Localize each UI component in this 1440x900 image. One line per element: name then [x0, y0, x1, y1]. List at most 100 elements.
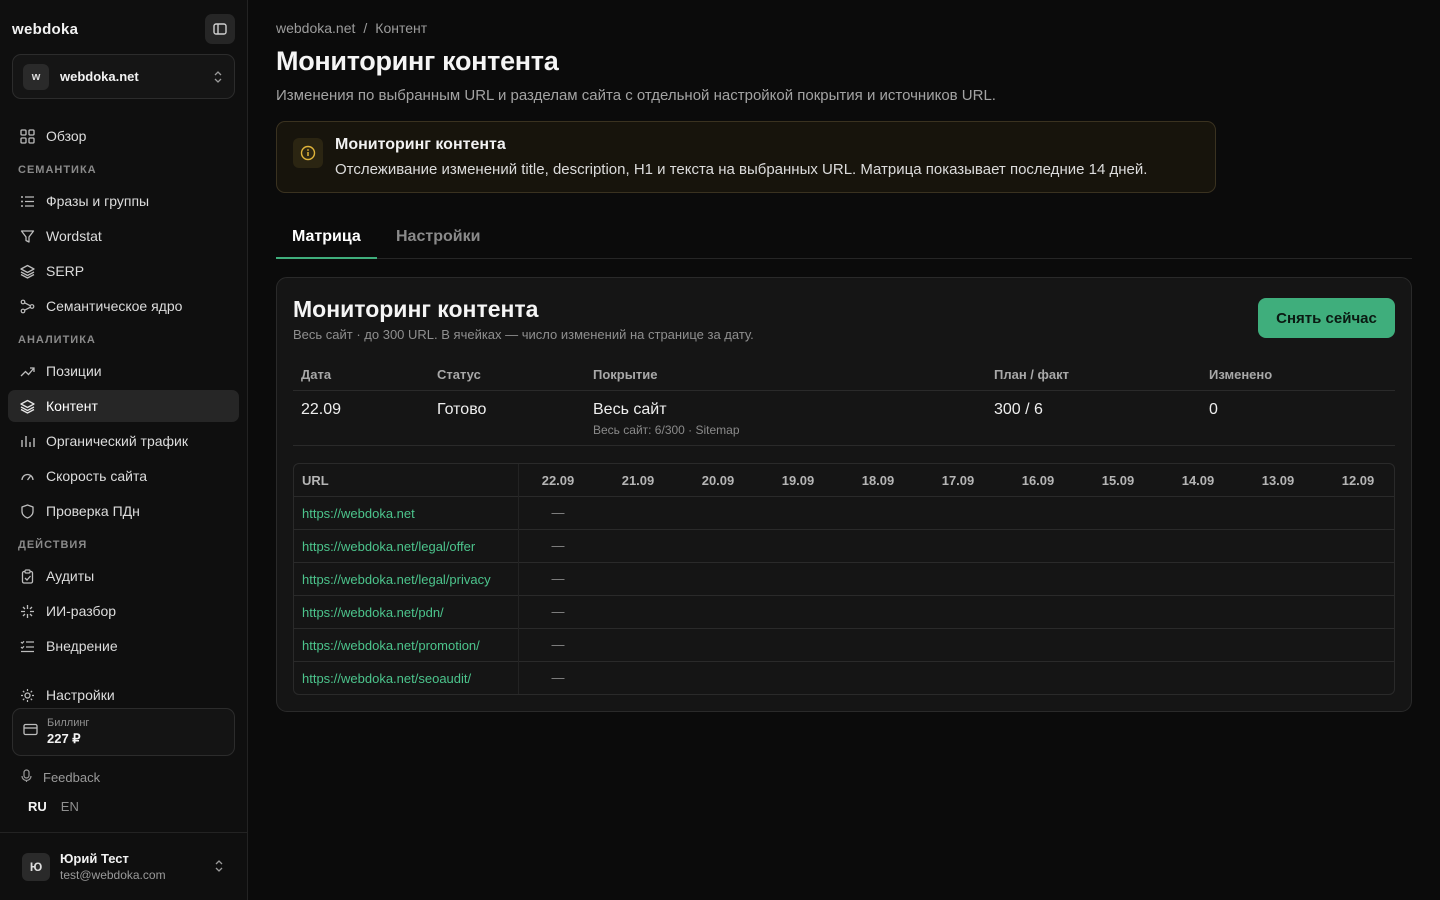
- summary-header: Дата Статус Покрытие План / факт Изменен…: [293, 362, 1395, 391]
- logo: webdoka: [12, 20, 79, 38]
- sidebar-item-core[interactable]: Семантическое ядро: [8, 290, 239, 322]
- sidebar-item-label: Внедрение: [46, 638, 118, 654]
- user-name: Юрий Тест: [60, 851, 129, 866]
- alert-text: Отслеживание изменений title, descriptio…: [335, 161, 1148, 178]
- summary-status: Готово: [437, 401, 487, 418]
- column-header-date: 21.09: [621, 473, 655, 488]
- url-link[interactable]: https://webdoka.net/pdn/: [302, 605, 444, 620]
- url-link[interactable]: https://webdoka.net/legal/offer: [302, 539, 475, 554]
- matrix-header: URL 22.09 21.09 20.09 19.09 18.09 17.09 16.09 1…: [294, 464, 1394, 497]
- sidebar-item-label: Фразы и группы: [46, 193, 150, 209]
- table-row: https://webdoka.net/legal/privacy —: [294, 563, 1394, 596]
- sidebar-item-label: Органический трафик: [46, 433, 188, 449]
- chevron-updown-icon: [214, 70, 222, 83]
- sidebar-item-implementation[interactable]: Внедрение: [8, 630, 239, 662]
- column-header-url: URL: [302, 473, 329, 488]
- column-header-date: 12.09: [1341, 473, 1375, 488]
- credit-card-icon: [23, 723, 38, 741]
- matrix-cell: —: [551, 637, 565, 652]
- tab-matrix[interactable]: Матрица: [276, 222, 377, 259]
- page-subtitle: Изменения по выбранным URL и разделам са…: [276, 87, 996, 104]
- url-link[interactable]: https://webdoka.net/legal/privacy: [302, 572, 491, 587]
- column-header-date: 16.09: [1021, 473, 1055, 488]
- billing-balance: 227 ₽: [47, 731, 81, 746]
- sidebar-item-settings[interactable]: Настройки: [8, 679, 239, 711]
- sidebar-item-label: Контент: [46, 398, 98, 414]
- bar-chart-icon: [19, 433, 35, 449]
- billing-card[interactable]: Биллинг 227 ₽: [12, 708, 235, 756]
- sidebar-item-wordstat[interactable]: Wordstat: [8, 220, 239, 252]
- logo-row: webdoka: [12, 14, 235, 44]
- sidebar-item-label: Wordstat: [46, 228, 102, 244]
- snapshot-now-button[interactable]: Снять сейчас: [1258, 298, 1395, 338]
- chevron-updown-icon: [215, 860, 223, 872]
- sidebar-item-overview[interactable]: Обзор: [8, 120, 239, 152]
- nav-section-actions: ДЕЙСТВИЯ: [18, 539, 88, 551]
- coverage-detail: Весь сайт: 6/300 · Sitemap: [593, 423, 740, 437]
- coverage-value: Весь сайт: [593, 401, 667, 418]
- sidebar-item-serp[interactable]: SERP: [8, 255, 239, 287]
- sidebar-toggle-button[interactable]: [205, 14, 235, 44]
- matrix-cell: —: [551, 505, 565, 520]
- table-row: https://webdoka.net/pdn/ —: [294, 596, 1394, 629]
- sidebar-item-label: Обзор: [46, 128, 87, 144]
- column-header-status: Статус: [437, 367, 481, 382]
- sidebar-item-label: Семантическое ядро: [46, 298, 183, 314]
- feedback-link[interactable]: Feedback: [20, 769, 100, 786]
- shield-icon: [19, 503, 35, 519]
- sidebar-item-label: Скорость сайта: [46, 468, 147, 484]
- lang-en-button[interactable]: EN: [61, 799, 79, 814]
- sidebar-item-ai[interactable]: ИИ-разбор: [8, 595, 239, 627]
- sidebar-item-label: ИИ-разбор: [46, 603, 117, 619]
- page-title: Мониторинг контента: [276, 46, 559, 76]
- sidebar-item-pdn[interactable]: Проверка ПДн: [8, 495, 239, 527]
- column-header-date: 20.09: [701, 473, 735, 488]
- card-subtitle: Весь сайт · до 300 URL. В ячейках — числ…: [293, 327, 754, 342]
- layers-icon: [19, 398, 35, 414]
- tab-settings[interactable]: Настройки: [380, 222, 496, 259]
- site-name: webdoka.net: [60, 69, 139, 84]
- info-alert: Мониторинг контента Отслеживание изменен…: [276, 121, 1216, 193]
- table-row: https://webdoka.net/seoaudit/ —: [294, 662, 1394, 694]
- alert-title: Мониторинг контента: [335, 136, 506, 153]
- summary-plan-fact: 300 / 6: [994, 401, 1043, 418]
- url-link[interactable]: https://webdoka.net/promotion/: [302, 638, 480, 653]
- monitoring-card: Мониторинг контента Весь сайт · до 300 U…: [276, 277, 1412, 712]
- column-header-date: 15.09: [1101, 473, 1135, 488]
- trending-up-icon: [19, 363, 35, 379]
- url-link[interactable]: https://webdoka.net: [302, 506, 415, 521]
- tabs: Матрица Настройки: [276, 222, 1412, 259]
- feedback-label: Feedback: [43, 770, 101, 785]
- sidebar-item-content[interactable]: Контент: [8, 390, 239, 422]
- card-title: Мониторинг контента: [293, 296, 539, 322]
- avatar: Ю: [22, 852, 50, 881]
- table-row[interactable]: 22.09 Готово Весь сайт Весь сайт: 6/300 …: [293, 391, 1395, 446]
- lang-ru-button[interactable]: RU: [28, 799, 47, 814]
- column-header-date: 17.09: [941, 473, 975, 488]
- user-menu[interactable]: Ю Юрий Тест test@webdoka.com: [0, 832, 247, 900]
- breadcrumb-separator: /: [363, 20, 368, 36]
- sidebar-item-speed[interactable]: Скорость сайта: [8, 460, 239, 492]
- column-header-coverage: Покрытие: [593, 367, 658, 382]
- filter-icon: [19, 228, 35, 244]
- user-email: test@webdoka.com: [60, 868, 166, 882]
- site-switcher[interactable]: w webdoka.net: [12, 54, 235, 99]
- sidebar-item-audits[interactable]: Аудиты: [8, 560, 239, 592]
- sidebar-item-label: Проверка ПДн: [46, 503, 140, 519]
- sidebar-item-phrases[interactable]: Фразы и группы: [8, 185, 239, 217]
- url-column-divider: [518, 464, 519, 694]
- sidebar-item-positions[interactable]: Позиции: [8, 355, 239, 387]
- sidebar-item-traffic[interactable]: Органический трафик: [8, 425, 239, 457]
- microphone-icon: [20, 769, 33, 786]
- table-row: https://webdoka.net —: [294, 497, 1394, 530]
- language-switcher: RU EN: [28, 799, 79, 814]
- breadcrumb: webdoka.net / Контент: [276, 20, 427, 36]
- gauge-icon: [19, 468, 35, 484]
- nav-section-analytics: АНАЛИТИКА: [18, 334, 96, 346]
- url-link[interactable]: https://webdoka.net/seoaudit/: [302, 671, 471, 686]
- site-avatar: w: [23, 63, 49, 90]
- grid-icon: [19, 128, 35, 144]
- matrix-cell: —: [551, 571, 565, 586]
- sidebar-item-label: SERP: [46, 263, 85, 279]
- breadcrumb-root[interactable]: webdoka.net: [276, 20, 355, 36]
